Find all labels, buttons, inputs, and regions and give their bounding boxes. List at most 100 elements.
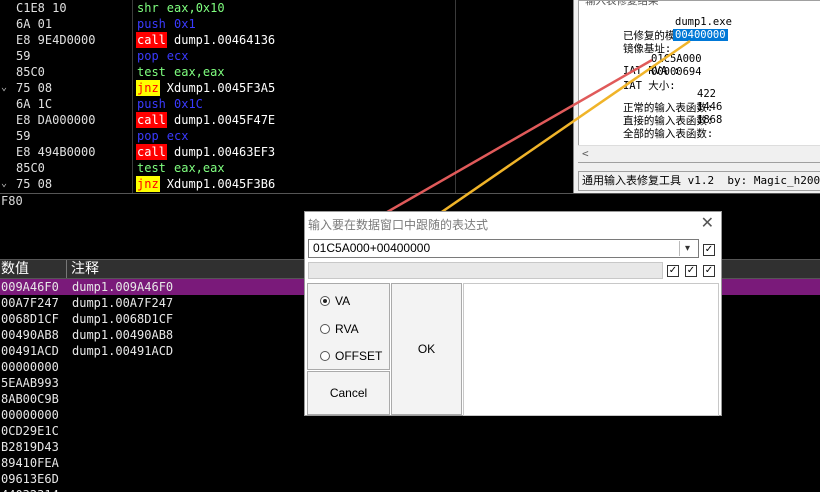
dump-value: 09613E6D <box>1 472 59 486</box>
mnemonic: test <box>137 161 166 175</box>
image-base-value[interactable]: 00400000 <box>673 29 728 41</box>
radio-dot <box>320 324 330 334</box>
dump-comment: dump1.009A46F0 <box>72 280 174 294</box>
option-checkbox-2[interactable]: ✓ <box>685 265 697 277</box>
mnemonic: push <box>137 17 166 31</box>
opcode-bytes: 75 08 <box>16 81 53 95</box>
opcode-bytes: 59 <box>16 49 31 63</box>
secondary-field[interactable] <box>308 262 663 279</box>
column-divider <box>132 0 133 193</box>
iat-rva-value: 01C5A000 <box>651 53 702 65</box>
dump-value: 00000000 <box>1 360 59 374</box>
operands: dump1.00463EF3 <box>174 145 276 159</box>
cancel-button[interactable]: Cancel <box>307 371 390 415</box>
operands: Xdump1.0045F3B6 <box>166 177 276 191</box>
dump-comment: dump1.0068D1CF <box>72 312 174 326</box>
disasm-line[interactable]: C1E8 10 shr eax,0x10 <box>0 0 573 16</box>
disasm-line[interactable]: 85C0 test eax,eax <box>0 160 573 176</box>
dump-value: 00490AB8 <box>1 328 59 342</box>
horizontal-scrollbar[interactable]: < <box>578 145 820 162</box>
disasm-line[interactable]: 59 pop ecx <box>0 48 573 64</box>
opcode-bytes: E8 9E4D0000 <box>16 33 96 47</box>
option-checkbox-3[interactable]: ✓ <box>703 265 715 277</box>
radio-dot-selected <box>320 296 330 306</box>
opcode-bytes: C1E8 10 <box>16 1 67 15</box>
opcode-bytes: 6A 01 <box>16 17 53 31</box>
radio-va-label: VA <box>335 294 351 308</box>
mnemonic: call <box>136 32 167 48</box>
disasm-line[interactable]: 6A 01 push 0x1 <box>0 16 573 32</box>
operands: 0x1C <box>174 97 203 111</box>
radio-offset[interactable]: OFFSET <box>320 349 382 363</box>
opcode-bytes: 85C0 <box>16 161 45 175</box>
close-icon[interactable]: ✕ <box>701 213 714 233</box>
dump-comment: dump1.00A7F247 <box>72 296 174 310</box>
mnemonic: call <box>136 144 167 160</box>
disasm-line[interactable]: 6A 1C push 0x1C <box>0 96 573 112</box>
chevron-down-icon[interactable]: ▾ <box>679 241 695 256</box>
operands: eax,0x10 <box>166 1 225 15</box>
module-value: dump1.exe <box>675 16 732 28</box>
import-rebuilder-panel: 输入表修复结果 已修复的模块: dump1.exe 镜像基址: 00400000… <box>573 0 820 193</box>
mnemonic: jnz <box>136 176 160 192</box>
operands: eax,eax <box>174 161 225 175</box>
disasm-line[interactable]: ⌄ 75 08 jnz Xdump1.0045F3B6 <box>0 176 573 192</box>
dump-row[interactable]: 0CD29E1C <box>0 423 820 439</box>
disasm-line[interactable]: 59 pop ecx <box>0 128 573 144</box>
mnemonic: jnz <box>136 80 160 96</box>
option-checkbox-1[interactable]: ✓ <box>667 265 679 277</box>
scroll-left-icon[interactable]: < <box>582 147 589 160</box>
dump-comment: dump1.00490AB8 <box>72 328 174 342</box>
dump-row[interactable]: B2819D43 <box>0 439 820 455</box>
radio-rva-label: RVA <box>335 322 359 336</box>
dump-value: 44032314 <box>1 487 59 492</box>
opcode-bytes: 85C0 <box>16 65 45 79</box>
disasm-line[interactable]: E8 9E4D0000 call dump1.00464136 <box>0 32 573 48</box>
opcode-bytes: 6A 1C <box>16 97 53 111</box>
operands: ecx <box>166 49 189 63</box>
operands: dump1.00464136 <box>174 33 276 47</box>
comment-column-header[interactable]: 注释 <box>71 260 99 278</box>
cut-top-line: 输入表修复结果 <box>585 0 659 7</box>
expression-input[interactable]: 01C5A000+00400000 <box>308 239 699 258</box>
radio-rva[interactable]: RVA <box>320 322 359 336</box>
mnemonic: pop <box>137 49 159 63</box>
direct-imports-value: 1446 <box>697 101 723 113</box>
ok-button[interactable]: OK <box>391 283 462 415</box>
opcode-bytes: 75 08 <box>16 177 53 191</box>
dialog-title: 输入要在数据窗口中跟随的表达式 <box>308 218 489 232</box>
value-column-header[interactable]: 数值 <box>1 260 29 278</box>
opcode-bytes: 59 <box>16 129 31 143</box>
tool-footer: 通用输入表修复工具 v1.2 by: Magic_h2001 <box>578 171 820 191</box>
mnemonic: call <box>136 112 167 128</box>
dump-value: 0068D1CF <box>1 312 59 326</box>
opcode-bytes: E8 494B0000 <box>16 145 96 159</box>
jump-arrow-icon: ⌄ <box>1 82 8 93</box>
total-imports-label: 全部的输入表函数: <box>622 128 714 140</box>
column-divider <box>455 0 456 193</box>
iat-size-value: 00000694 <box>651 66 702 78</box>
dump-row[interactable]: 89410FEA <box>0 455 820 471</box>
dump-comment: dump1.00491ACD <box>72 344 174 358</box>
radio-offset-label: OFFSET <box>335 349 383 363</box>
radio-dot <box>320 351 330 361</box>
dump-value: 5EAAB993 <box>1 376 59 390</box>
results-list[interactable] <box>463 283 719 416</box>
dump-value: 0CD29E1C <box>1 424 59 438</box>
disasm-line[interactable]: E8 494B0000 call dump1.00463EF3 <box>0 144 573 160</box>
dump-row[interactable]: 09613E6D <box>0 471 820 487</box>
column-divider[interactable] <box>66 260 67 278</box>
mnemonic: test <box>137 65 166 79</box>
mnemonic: push <box>137 97 166 111</box>
disasm-line[interactable]: 85C0 test eax,eax <box>0 64 573 80</box>
radio-va[interactable]: VA <box>320 294 350 308</box>
disasm-line[interactable]: ⌄ 75 08 jnz Xdump1.0045F3A5 <box>0 80 573 96</box>
disassembly-pane[interactable]: C1E8 10 shr eax,0x10 6A 01 push 0x1 E8 9E4D000… <box>0 0 573 193</box>
disasm-line[interactable]: E8 DA000000 call dump1.0045F47E <box>0 112 573 128</box>
operands: dump1.0045F47E <box>174 113 276 127</box>
expression-checkbox[interactable]: ✓ <box>703 244 715 256</box>
dump-value: 8AB00C9B <box>1 392 59 406</box>
dump-value: B2819D43 <box>1 440 59 454</box>
operands: eax,eax <box>174 65 225 79</box>
dump-row[interactable]: 44032314 <box>0 487 820 492</box>
